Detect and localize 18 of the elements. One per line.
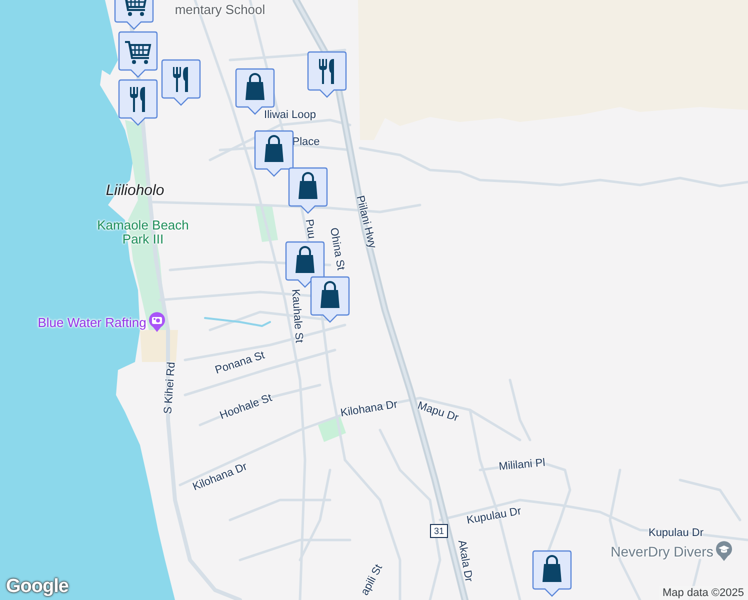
route-shield: 31 [430,524,448,538]
street-label: Puu [302,218,318,240]
area-label: Liilioholo [106,182,164,200]
place-label: NeverDry Divers [610,544,714,560]
street-label: Kupulau Dr [466,505,522,527]
street-label: Kupulau Dr [648,526,704,540]
street-label: Kilohana Dr [340,398,398,420]
street-label: apili St [358,562,386,598]
street-label: Akala Dr [455,539,475,583]
street-label: Mapu Dr [416,400,460,424]
street-label: Ponana St [214,349,266,377]
street-label: Ohina St [327,226,347,272]
street-label: Piilani Hwy [354,194,378,250]
place-label: mentary School [174,2,266,18]
street-label: S Kihei Rd [162,362,178,414]
street-label: Mililani Pl [498,456,546,474]
street-label: Iliwai Loop [264,108,316,122]
street-label: Kauhale St [289,288,305,344]
